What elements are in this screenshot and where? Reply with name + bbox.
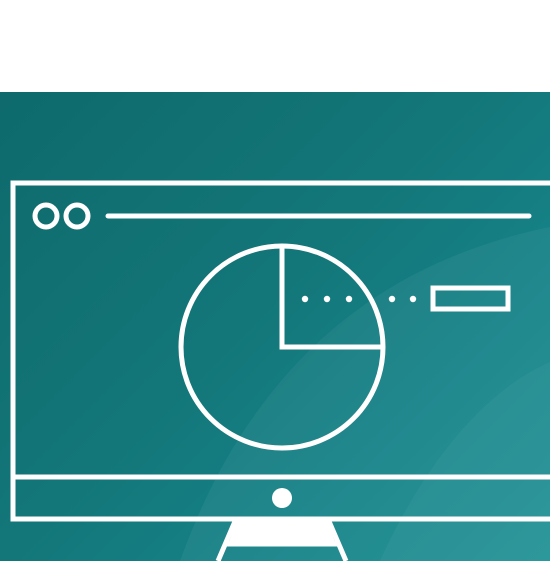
leader-dot: [345, 295, 353, 303]
monitor-illustration: [10, 180, 550, 561]
power-button-icon: [272, 488, 292, 508]
leader-dot: [323, 295, 331, 303]
leader-dot: [388, 295, 396, 303]
teal-background-panel: [0, 92, 550, 561]
leader-dot: [409, 295, 417, 303]
monitor-stand-fill: [228, 519, 336, 544]
window-control-circle-icon: [63, 202, 91, 230]
leader-dot: [301, 295, 309, 303]
white-header-band: [0, 0, 550, 92]
illustration-canvas: [0, 0, 550, 561]
window-control-circle-icon: [32, 202, 60, 230]
